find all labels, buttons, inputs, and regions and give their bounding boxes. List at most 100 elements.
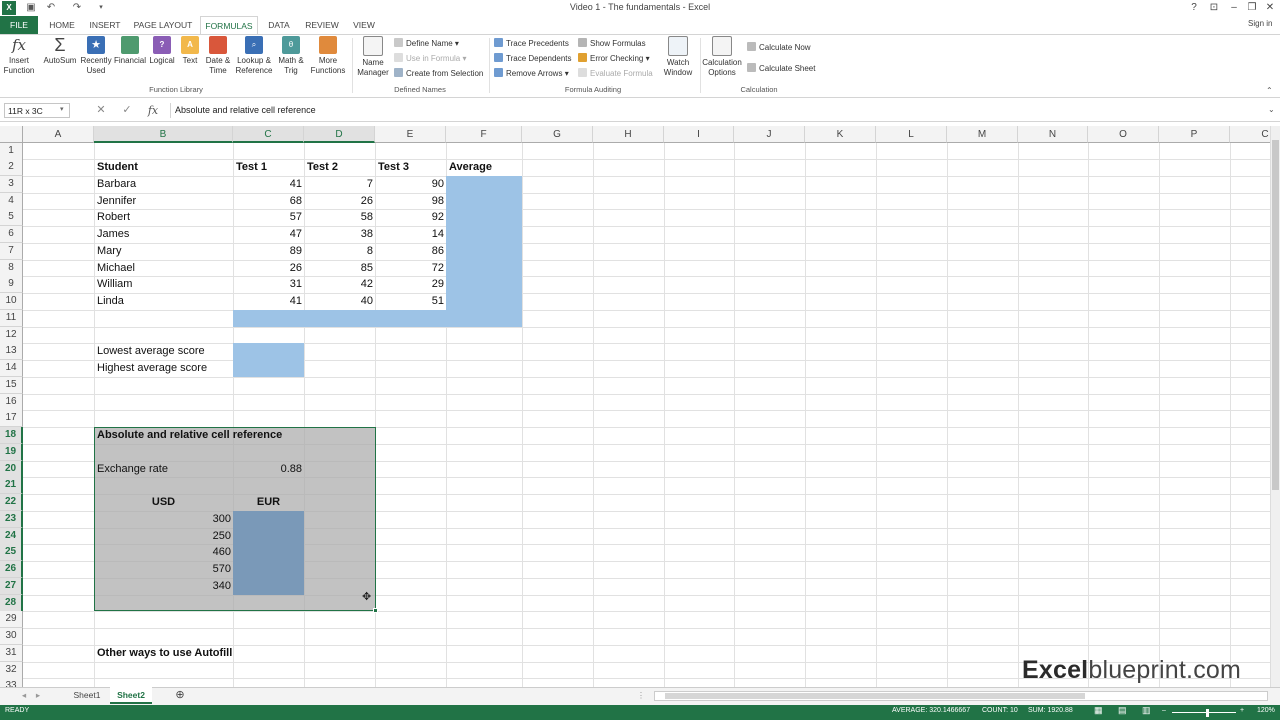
usd-value[interactable]: 300 <box>94 511 233 528</box>
column-header-h[interactable]: H <box>593 126 664 143</box>
test1-score[interactable]: 26 <box>233 260 304 277</box>
column-header-n[interactable]: N <box>1018 126 1088 143</box>
trace-dependents-button[interactable]: Trace Dependents <box>494 52 572 66</box>
row-header-selected[interactable]: 25 <box>0 544 23 561</box>
column-header-g[interactable]: G <box>522 126 593 143</box>
header-student[interactable]: Student <box>95 159 233 176</box>
row-header[interactable]: 32 <box>0 662 23 679</box>
column-header-m[interactable]: M <box>947 126 1018 143</box>
exchange-rate-label[interactable]: Exchange rate <box>95 461 233 478</box>
test2-score[interactable]: 7 <box>304 176 375 193</box>
restore-icon[interactable]: ❐ <box>1242 1 1262 15</box>
row-header[interactable]: 8 <box>0 260 23 277</box>
lowest-average-label[interactable]: Lowest average score <box>95 343 233 360</box>
column-header-d[interactable]: D <box>304 126 375 143</box>
row-header[interactable]: 31 <box>0 645 23 662</box>
vertical-scroll-thumb[interactable] <box>1272 140 1279 490</box>
error-checking-button[interactable]: Error Checking ▾ <box>578 52 650 66</box>
exchange-section-title[interactable]: Absolute and relative cell reference <box>95 427 375 444</box>
row-header-selected[interactable]: 19 <box>0 444 23 461</box>
zoom-out-icon[interactable]: – <box>1162 707 1166 714</box>
tab-file[interactable]: FILE <box>0 16 38 34</box>
vertical-scrollbar[interactable] <box>1270 126 1280 687</box>
zoom-slider-thumb[interactable] <box>1206 709 1209 717</box>
help-icon[interactable]: ? <box>1184 1 1204 15</box>
test1-score[interactable]: 89 <box>233 243 304 260</box>
test1-score[interactable]: 41 <box>233 293 304 310</box>
highest-average-label[interactable]: Highest average score <box>95 360 233 377</box>
row-header[interactable]: 30 <box>0 628 23 645</box>
calculate-sheet-button[interactable]: Calculate Sheet <box>747 62 815 76</box>
row-header-selected[interactable]: 18 <box>0 427 23 444</box>
row-header-selected[interactable]: 23 <box>0 511 23 528</box>
calculate-now-button[interactable]: Calculate Now <box>747 41 811 55</box>
exchange-rate-value[interactable]: 0.88 <box>233 461 304 478</box>
insert-function-button[interactable]: fx Insert Function <box>2 36 36 76</box>
name-manager-button[interactable]: Name Manager <box>356 36 390 78</box>
recently-used-button[interactable]: ★ Recently Used <box>80 36 112 76</box>
fill-handle[interactable] <box>373 608 378 613</box>
student-name[interactable]: Michael <box>95 260 233 277</box>
eur-fill-range[interactable] <box>233 511 304 595</box>
row-header[interactable]: 16 <box>0 394 23 411</box>
tab-formulas[interactable]: FORMULAS <box>200 16 258 34</box>
tab-split-icon[interactable]: ⋮ <box>636 687 646 704</box>
student-name[interactable]: William <box>95 276 233 293</box>
insert-function-icon[interactable]: fx <box>144 103 162 118</box>
normal-view-icon[interactable]: ▦ <box>1094 705 1103 716</box>
row-header[interactable]: 13 <box>0 343 23 360</box>
min-max-fill-range[interactable] <box>233 343 304 377</box>
row-header[interactable]: 17 <box>0 410 23 427</box>
sign-in-link[interactable]: Sign in <box>1248 19 1272 28</box>
lookup-reference-button[interactable]: ⌕ Lookup & Reference <box>234 36 274 76</box>
row-header[interactable]: 2 <box>0 159 23 176</box>
student-name[interactable]: Robert <box>95 209 233 226</box>
test2-score[interactable]: 85 <box>304 260 375 277</box>
name-box-dropdown-icon[interactable]: ▾ <box>60 105 64 113</box>
column-header-p[interactable]: P <box>1159 126 1230 143</box>
select-all-corner[interactable] <box>0 126 23 143</box>
autofill-section-title[interactable]: Other ways to use Autofill <box>95 645 295 662</box>
row-header-selected[interactable]: 22 <box>0 494 23 511</box>
row-header[interactable]: 12 <box>0 327 23 344</box>
column-header-a[interactable]: A <box>23 126 94 143</box>
column-header-i[interactable]: I <box>664 126 734 143</box>
column-header-f[interactable]: F <box>446 126 522 143</box>
row-header[interactable]: 3 <box>0 176 23 193</box>
create-from-selection-button[interactable]: Create from Selection <box>394 67 483 81</box>
header-test2[interactable]: Test 2 <box>305 159 375 176</box>
test3-score[interactable]: 14 <box>375 226 446 243</box>
test2-score[interactable]: 8 <box>304 243 375 260</box>
row-header[interactable]: 15 <box>0 377 23 394</box>
expand-formula-bar-icon[interactable]: ⌄ <box>1268 105 1275 114</box>
test3-score[interactable]: 72 <box>375 260 446 277</box>
usd-value[interactable]: 250 <box>94 528 233 545</box>
worksheet-grid[interactable]: A B C D E F G H I J K L M N O P C 1 2 3 … <box>0 126 1270 687</box>
show-formulas-button[interactable]: Show Formulas <box>578 37 646 51</box>
row-header[interactable]: 33 <box>0 678 23 687</box>
test2-score[interactable]: 40 <box>304 293 375 310</box>
row-header[interactable]: 6 <box>0 226 23 243</box>
student-name[interactable]: Mary <box>95 243 233 260</box>
row-header-selected[interactable]: 20 <box>0 461 23 478</box>
date-time-button[interactable]: Date & Time <box>203 36 233 76</box>
close-icon[interactable]: ✕ <box>1260 1 1280 15</box>
row-header[interactable]: 10 <box>0 293 23 310</box>
evaluate-formula-button[interactable]: Evaluate Formula <box>578 67 653 81</box>
usd-value[interactable]: 340 <box>94 578 233 595</box>
horizontal-scrollbar[interactable] <box>654 691 1268 701</box>
prev-sheet-icon[interactable]: ◂ <box>18 687 30 704</box>
remove-arrows-button[interactable]: Remove Arrows ▾ <box>494 67 569 81</box>
collapse-ribbon-icon[interactable]: ⌃ <box>1266 86 1273 95</box>
tab-review[interactable]: REVIEW <box>302 16 342 34</box>
watch-window-button[interactable]: Watch Window <box>660 36 696 78</box>
confirm-entry-icon[interactable]: ✓ <box>118 103 136 118</box>
column-header-e[interactable]: E <box>375 126 446 143</box>
eur-header[interactable]: EUR <box>233 494 304 511</box>
page-break-view-icon[interactable]: ▥ <box>1142 705 1151 716</box>
column-header-l[interactable]: L <box>876 126 947 143</box>
student-name[interactable]: Barbara <box>95 176 233 193</box>
tab-data[interactable]: DATA <box>264 16 294 34</box>
row-header-selected[interactable]: 28 <box>0 595 23 612</box>
average-fill-range[interactable] <box>446 176 522 327</box>
